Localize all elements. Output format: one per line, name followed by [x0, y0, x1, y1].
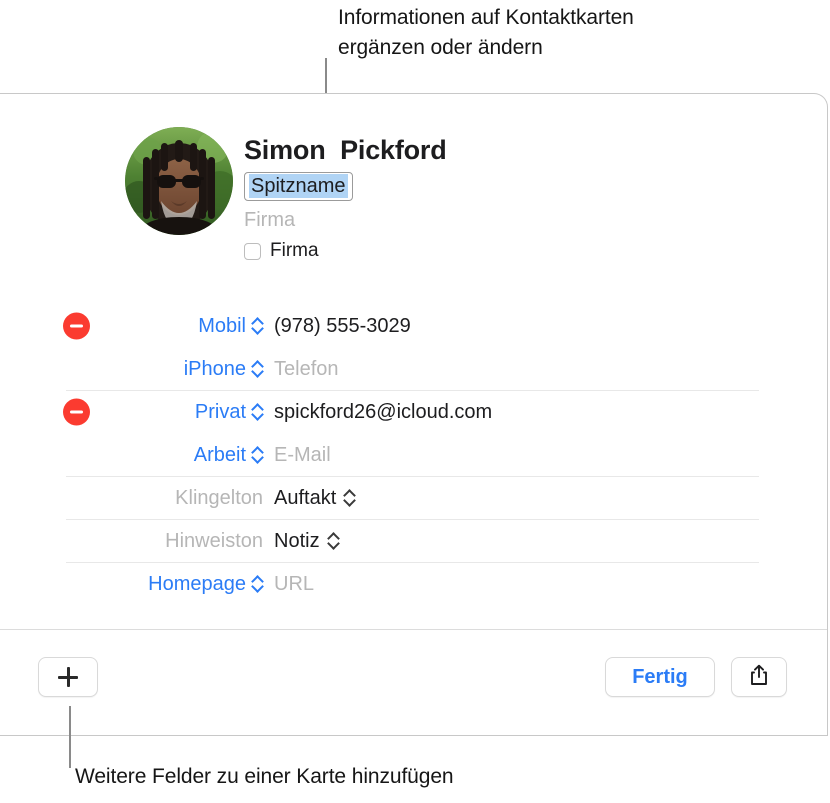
contact-fields-list: Mobil (978) 555-3029 iPhone Telefon Privat sp… [0, 304, 827, 605]
contact-field-row: Klingelton Auftakt [0, 476, 827, 519]
contact-field-row: Privat spickford26@icloud.com [0, 390, 827, 433]
card-toolbar: Fertig [0, 630, 827, 736]
field-label: Homepage [148, 572, 246, 595]
bottom-callout-text: Weitere Felder zu einer Karte hinzufügen [75, 765, 454, 788]
field-label: iPhone [183, 357, 246, 380]
chevron-updown-icon[interactable] [252, 445, 263, 465]
field-value-text: (978) 555-3029 [274, 314, 411, 337]
field-value-text: spickford26@icloud.com [274, 400, 493, 423]
done-button-label: Fertig [632, 665, 688, 688]
chevron-updown-icon[interactable] [252, 359, 263, 379]
done-button[interactable]: Fertig [605, 657, 715, 697]
field-value[interactable]: E-Mail [274, 443, 331, 467]
nickname-value: Spitzname [249, 174, 348, 198]
field-value[interactable]: Telefon [274, 357, 339, 381]
field-label: Klingelton [175, 486, 263, 509]
company-checkbox[interactable] [244, 242, 261, 260]
field-value[interactable]: spickford26@icloud.com [274, 400, 492, 424]
field-label-group[interactable]: Hinweiston [0, 529, 263, 553]
field-label-group[interactable]: iPhone [0, 357, 263, 381]
nickname-input[interactable]: Spitzname [244, 172, 353, 201]
contact-field-row: Homepage URL [0, 562, 827, 605]
field-value-text: E-Mail [274, 443, 331, 466]
field-label-group[interactable]: Mobil [0, 314, 263, 338]
name-block: Simon Pickford Spitzname Firma Firma [244, 134, 447, 262]
top-callout-text: Informationen auf Kontaktkarten ergänzen… [338, 6, 634, 59]
contact-card: Simon Pickford Spitzname Firma Firma Mob… [0, 93, 828, 736]
field-value[interactable]: Auftakt [274, 486, 355, 510]
chevron-updown-icon[interactable] [252, 402, 263, 422]
field-label: Mobil [198, 314, 246, 337]
contact-card-header: Simon Pickford Spitzname Firma Firma [0, 94, 827, 299]
chevron-updown-icon[interactable] [328, 531, 339, 551]
field-label-group[interactable]: Privat [0, 400, 263, 424]
company-checkbox-row[interactable]: Firma [244, 240, 447, 262]
field-label-group[interactable]: Klingelton [0, 486, 263, 510]
contact-full-name[interactable]: Simon Pickford [244, 134, 447, 166]
share-icon [749, 664, 769, 691]
field-label-group[interactable]: Arbeit [0, 443, 263, 467]
field-label: Arbeit [193, 443, 246, 466]
field-value-text: Auftakt [274, 486, 337, 509]
contact-field-row: Arbeit E-Mail [0, 433, 827, 476]
share-button[interactable] [731, 657, 787, 697]
contact-field-row: iPhone Telefon [0, 347, 827, 390]
field-value-text: URL [274, 572, 315, 595]
bottom-callout-leader-line [69, 706, 71, 768]
chevron-updown-icon[interactable] [344, 488, 355, 508]
contact-field-row: Mobil (978) 555-3029 [0, 304, 827, 347]
avatar[interactable] [125, 127, 233, 235]
contact-field-row: Hinweiston Notiz [0, 519, 827, 562]
field-value[interactable]: Notiz [274, 529, 339, 553]
company-checkbox-label: Firma [270, 240, 319, 261]
field-value-text: Notiz [274, 529, 320, 552]
plus-icon [58, 667, 78, 687]
field-value-text: Telefon [274, 357, 339, 380]
field-label: Hinweiston [165, 529, 263, 552]
chevron-updown-icon[interactable] [252, 316, 263, 336]
add-field-button[interactable] [38, 657, 98, 697]
field-label-group[interactable]: Homepage [0, 572, 263, 596]
company-input[interactable]: Firma [244, 208, 447, 232]
field-value[interactable]: URL [274, 572, 314, 596]
chevron-updown-icon[interactable] [252, 574, 263, 594]
field-label: Privat [194, 400, 246, 423]
field-value[interactable]: (978) 555-3029 [274, 314, 411, 338]
